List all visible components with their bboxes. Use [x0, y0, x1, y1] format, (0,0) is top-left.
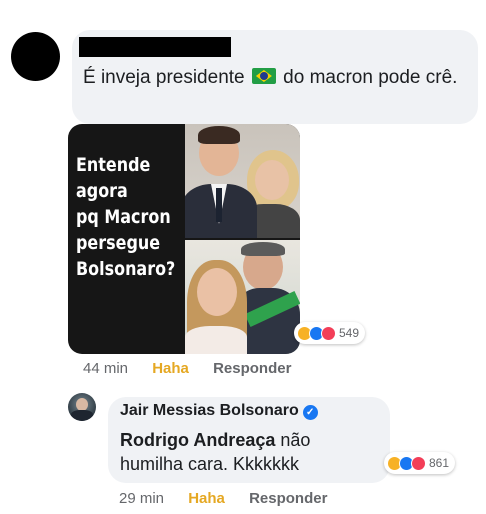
meme-image[interactable]: Entende agora pq Macron persegue Bolsona… — [68, 124, 300, 354]
reaction-count: 861 — [429, 456, 450, 470]
meme-caption-line: pq Macron — [76, 206, 171, 228]
reply-author-name[interactable]: Jair Messias Bolsonaro ✓ — [120, 402, 318, 420]
reply-reactions[interactable]: 861 — [384, 452, 456, 474]
meme-photo-top — [185, 124, 300, 238]
reply-actions: 29 min Haha Responder — [119, 490, 347, 507]
reply-mention-link[interactable]: Rodrigo Andreaça — [120, 430, 275, 450]
comment-timestamp[interactable]: 44 min — [83, 360, 128, 377]
reply-link[interactable]: Responder — [213, 360, 291, 377]
haha-reaction-link[interactable]: Haha — [188, 490, 225, 507]
reply-text: Rodrigo Andreaça não humilha cara. Kkkkk… — [120, 428, 365, 476]
verified-badge-icon: ✓ — [302, 405, 318, 420]
love-icon — [321, 325, 336, 341]
meme-caption: Entende agora pq Macron persegue Bolsona… — [76, 152, 176, 282]
commenter-avatar[interactable] — [11, 32, 60, 81]
meme-caption-line: Entende — [76, 154, 151, 176]
reply-link[interactable]: Responder — [249, 490, 327, 507]
comment-reactions[interactable]: 549 — [294, 322, 366, 344]
reaction-count: 549 — [339, 326, 360, 340]
reply-author-avatar[interactable] — [68, 393, 96, 421]
meme-caption-line: persegue — [76, 232, 161, 254]
comment-text: É inveja presidente do macron pode crê. — [83, 65, 463, 91]
meme-caption-line: agora — [76, 180, 128, 202]
brazil-flag-icon — [251, 68, 276, 84]
love-icon — [411, 455, 426, 471]
haha-reaction-link[interactable]: Haha — [152, 360, 189, 377]
comment-text-part1: É inveja presidente — [83, 67, 245, 88]
comment-actions: 44 min Haha Responder — [83, 360, 311, 377]
reply-timestamp[interactable]: 29 min — [119, 490, 164, 507]
meme-photo-bottom — [185, 240, 300, 354]
meme-caption-line: Bolsonaro? — [76, 258, 176, 280]
redacted-commenter-name — [79, 37, 231, 57]
comment-text-part2: do macron pode crê. — [283, 67, 458, 88]
reply-author-label: Jair Messias Bolsonaro — [120, 402, 299, 419]
